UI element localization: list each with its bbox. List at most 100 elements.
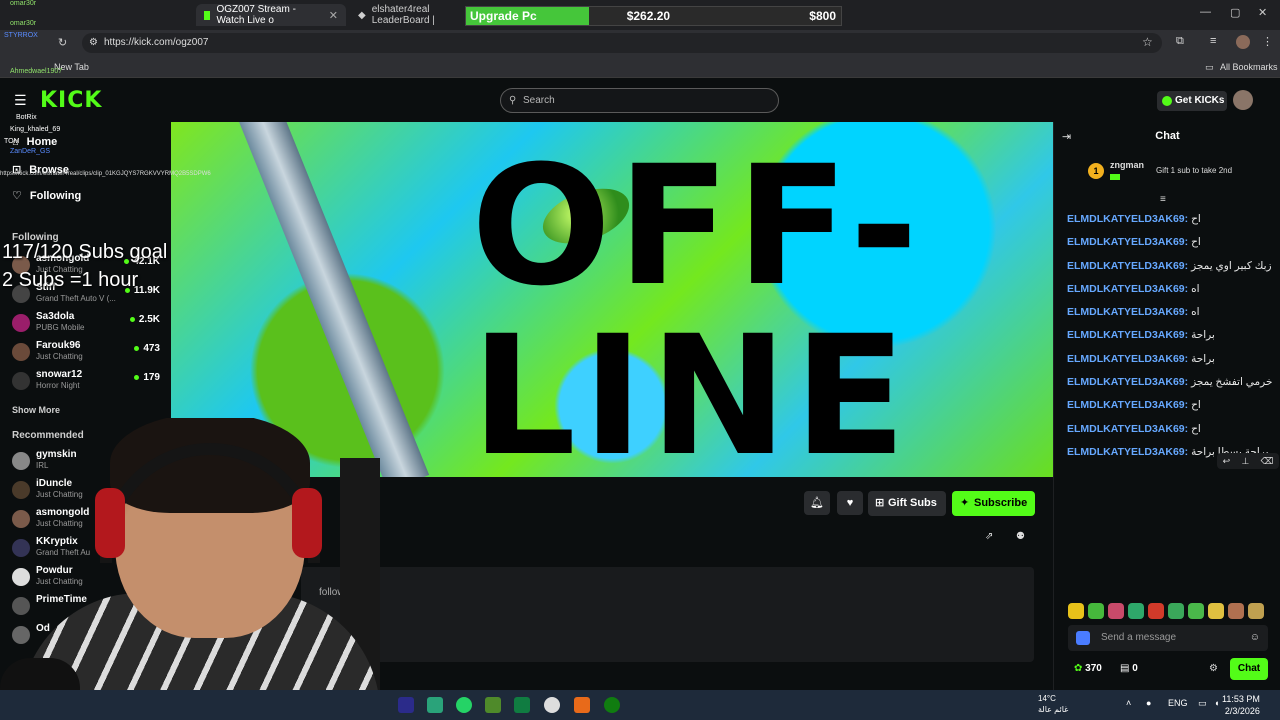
chat-username[interactable]: ELMDLKATYELD3AK69: xyxy=(1067,376,1188,388)
chat-username[interactable]: ELMDLKATYELD3AK69: xyxy=(1067,306,1188,318)
emote[interactable] xyxy=(1248,603,1264,619)
gear-icon[interactable]: ⚙ xyxy=(1209,663,1218,674)
emote[interactable] xyxy=(1188,603,1204,619)
chat-message[interactable]: ELMDLKATYELD3AK69: اه xyxy=(1067,282,1277,296)
volume-icon[interactable]: ◖ xyxy=(1214,698,1219,708)
chat-message[interactable]: ELMDLKATYELD3AK69: اه xyxy=(1067,305,1277,319)
tray-chevron-icon[interactable]: ˄ xyxy=(1126,698,1131,708)
chat-username[interactable]: ELMDLKATYELD3AK69: xyxy=(1067,353,1188,365)
emote[interactable] xyxy=(1168,603,1184,619)
mic-icon[interactable]: ● xyxy=(1146,698,1151,708)
following-channel[interactable]: Farouk96 Just Chatting 473 xyxy=(12,339,160,365)
chat-username[interactable]: ELMDLKATYELD3AK69: xyxy=(1067,446,1188,458)
temperature: 14°C xyxy=(1038,694,1056,703)
chat-username[interactable]: ELMDLKATYELD3AK69: xyxy=(1067,423,1188,435)
chat-username[interactable]: ELMDLKATYELD3AK69: xyxy=(1067,236,1188,248)
close-icon[interactable]: ✕ xyxy=(329,9,338,22)
emote[interactable] xyxy=(1128,603,1144,619)
subscribe-button[interactable]: ✦ Subscribe xyxy=(952,491,1035,516)
share-icon[interactable]: ⇗ xyxy=(985,531,993,542)
following-channel[interactable]: Sa3dola PUBG Mobile 2.5K xyxy=(12,310,160,336)
chat-message[interactable]: ELMDLKATYELD3AK69: اح xyxy=(1067,422,1277,436)
clock[interactable]: 11:53 PM 2/3/2026 xyxy=(1222,693,1260,717)
reload-icon[interactable]: ↻ xyxy=(58,36,67,49)
emote[interactable] xyxy=(1148,603,1164,619)
site-info-icon[interactable]: ⚙ xyxy=(89,33,98,53)
xbox-icon[interactable] xyxy=(604,697,620,713)
follow-heart-icon[interactable]: ♥ xyxy=(837,491,863,515)
chrome-icon[interactable] xyxy=(544,697,560,713)
user-avatar[interactable] xyxy=(1233,90,1253,110)
weather-text: غائم عالة xyxy=(1038,705,1069,714)
headset-ear-right xyxy=(292,488,322,558)
network-icon[interactable]: ▭ xyxy=(1198,698,1207,709)
tab-leaderboard[interactable]: ◆ elshater4real LeaderBoard | xyxy=(350,4,468,26)
menu-icon[interactable]: ⋮ xyxy=(1262,35,1273,48)
whatsapp-icon[interactable] xyxy=(456,697,472,713)
kicks-balance[interactable]: ▤ 0 xyxy=(1120,663,1138,674)
hamburger-menu-icon[interactable]: ☰ xyxy=(14,92,27,109)
all-bookmarks[interactable]: All Bookmarks xyxy=(1220,62,1278,72)
search-placeholder: Search xyxy=(523,95,555,106)
show-more-button[interactable]: Show More xyxy=(12,405,60,415)
profile-avatar[interactable] xyxy=(1236,35,1250,49)
upgrade-pc-progress: Upgrade Pc $262.20 $800 xyxy=(465,6,842,26)
chat-message[interactable]: ELMDLKATYELD3AK69: خرمي اتفشخ يمجز xyxy=(1067,375,1277,389)
emote[interactable] xyxy=(1208,603,1224,619)
chat-expand-icon[interactable]: ≡ xyxy=(1160,194,1166,205)
language-indicator[interactable]: ENG xyxy=(1168,698,1188,708)
pinned-gifter[interactable]: 1 zngman Gift 1 sub to take 2nd xyxy=(1088,158,1278,188)
chat-message[interactable]: ELMDLKATYELD3AK69: اح xyxy=(1067,398,1277,412)
profile-icon[interactable]: ⚉ xyxy=(1016,531,1025,542)
notification-bell-icon[interactable]: 🔔︎ xyxy=(804,491,830,515)
app-icon[interactable] xyxy=(427,697,443,713)
rank-badge: 1 xyxy=(1088,163,1104,179)
chat-username[interactable]: ELMDLKATYELD3AK69: xyxy=(1067,399,1188,411)
gift-subs-button[interactable]: ⊞ Gift Subs xyxy=(868,491,946,516)
app-icon[interactable] xyxy=(514,697,530,713)
pin-icon[interactable]: ⊥ xyxy=(1241,456,1249,467)
chat-username[interactable]: ELMDLKATYELD3AK69: xyxy=(1067,213,1188,225)
points-value: 370 xyxy=(1085,663,1102,674)
overlay-chat-line: omar30r xyxy=(10,0,37,7)
weather-widget[interactable]: 14°C غائم عالة xyxy=(1038,693,1068,715)
search-input[interactable]: ⚲ Search xyxy=(500,88,779,113)
minimize-icon[interactable]: — xyxy=(1200,6,1211,18)
emote[interactable] xyxy=(1108,603,1124,619)
chat-username[interactable]: ELMDLKATYELD3AK69: xyxy=(1067,260,1188,272)
sidebar-item-following[interactable]: ♡ Following xyxy=(12,189,81,203)
send-chat-button[interactable]: Chat xyxy=(1230,658,1268,680)
media-icon[interactable]: ≡ xyxy=(1210,35,1216,47)
close-window-icon[interactable]: ✕ xyxy=(1258,6,1267,19)
maximize-icon[interactable]: ▢ xyxy=(1230,6,1240,19)
overlay-chat-line: TOM xyxy=(4,138,20,145)
chat-username[interactable]: ELMDLKATYELD3AK69: xyxy=(1067,329,1188,341)
channel-points[interactable]: ✿ 370 xyxy=(1074,663,1102,674)
chat-message[interactable]: ELMDLKATYELD3AK69: زبك كبير اوي يمجز xyxy=(1067,259,1277,273)
app-icon[interactable] xyxy=(574,697,590,713)
emote[interactable] xyxy=(1228,603,1244,619)
tab-ogz007[interactable]: OGZ007 Stream - Watch Live o ✕ xyxy=(196,4,346,26)
search-icon: ⚲ xyxy=(509,95,517,106)
chat-message[interactable]: ELMDLKATYELD3AK69: براحة xyxy=(1067,328,1277,342)
extensions-icon[interactable]: ⧉ xyxy=(1176,35,1184,48)
kick-logo[interactable]: KICK xyxy=(40,88,102,113)
bookmark-star-icon[interactable]: ☆ xyxy=(1142,35,1153,49)
reply-icon[interactable]: ↩ xyxy=(1223,456,1231,467)
url-field[interactable]: ⚙ https://kick.com/ogz007 xyxy=(82,33,1162,53)
chat-text: خرمي اتفشخ يمجز xyxy=(1191,376,1273,389)
following-channel[interactable]: snowar12 Horror Night 179 xyxy=(12,368,160,394)
emote[interactable] xyxy=(1068,603,1084,619)
chat-username[interactable]: ELMDLKATYELD3AK69: xyxy=(1067,283,1188,295)
emote[interactable] xyxy=(1088,603,1104,619)
chat-input[interactable]: Send a message ☺ xyxy=(1068,625,1268,651)
chat-message[interactable]: ELMDLKATYELD3AK69: اح xyxy=(1067,212,1277,226)
get-kicks-button[interactable]: Get KICKs xyxy=(1157,91,1227,111)
chat-message[interactable]: ELMDLKATYELD3AK69: اح xyxy=(1067,235,1277,249)
minecraft-icon[interactable] xyxy=(485,697,501,713)
emoji-icon[interactable]: ☺ xyxy=(1250,625,1260,651)
chat-message[interactable]: ELMDLKATYELD3AK69: براحة xyxy=(1067,352,1277,366)
premiere-icon[interactable] xyxy=(398,697,414,713)
store-icon: ▤ xyxy=(1120,663,1130,674)
delete-icon[interactable]: ⌫ xyxy=(1261,456,1274,467)
